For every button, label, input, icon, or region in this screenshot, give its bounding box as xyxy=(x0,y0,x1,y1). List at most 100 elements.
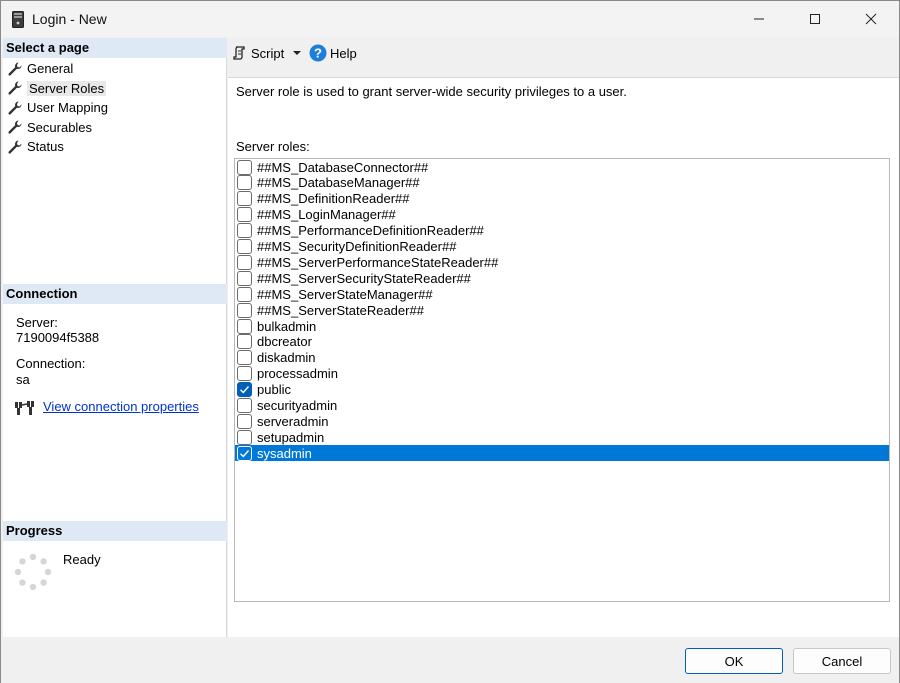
role-row[interactable]: ##MS_DefinitionReader## xyxy=(235,191,889,207)
dialog-footer: OK Cancel xyxy=(1,637,899,683)
role-name: sysadmin xyxy=(257,445,312,461)
role-checkbox[interactable] xyxy=(237,207,252,223)
wrench-icon xyxy=(8,62,22,76)
role-row[interactable]: ##MS_PerformanceDefinitionReader## xyxy=(235,223,889,239)
server-roles-list[interactable]: ##MS_DatabaseConnector## ##MS_DatabaseMan… xyxy=(234,158,890,602)
cancel-button[interactable]: Cancel xyxy=(793,648,891,674)
role-name: ##MS_DatabaseManager## xyxy=(257,175,420,191)
server-value: 7190094f5388 xyxy=(16,330,100,345)
role-name: ##MS_DefinitionReader## xyxy=(257,191,410,207)
role-row[interactable]: diskadmin xyxy=(235,350,889,366)
wrench-icon xyxy=(8,120,22,134)
title-bar: Login - New xyxy=(1,1,899,37)
connection-label: Connection: xyxy=(16,356,86,371)
maximize-button[interactable] xyxy=(787,1,843,37)
maximize-icon xyxy=(810,14,820,24)
role-name: dbcreator xyxy=(257,334,312,350)
ok-button[interactable]: OK xyxy=(685,648,783,674)
server-label: Server: xyxy=(16,315,58,330)
script-icon xyxy=(233,46,245,60)
role-checkbox[interactable] xyxy=(237,254,252,270)
role-checkbox[interactable] xyxy=(237,429,252,445)
role-row[interactable]: bulkadmin xyxy=(235,318,889,334)
left-pane: Select a page General Server Roles User Ma… xyxy=(3,38,227,637)
role-checkbox[interactable] xyxy=(237,175,252,191)
role-row[interactable]: ##MS_ServerPerformanceStateReader## xyxy=(235,254,889,270)
page-item-general[interactable]: General xyxy=(7,59,73,78)
page-item-label: Server Roles xyxy=(27,80,107,96)
role-checkbox[interactable] xyxy=(237,350,252,366)
role-name: ##MS_ServerSecurityStateReader## xyxy=(257,270,471,286)
role-row[interactable]: public xyxy=(235,382,889,398)
role-row[interactable]: serveradmin xyxy=(235,413,889,429)
role-name: ##MS_ServerStateReader## xyxy=(257,302,424,318)
role-row[interactable]: ##MS_LoginManager## xyxy=(235,207,889,223)
role-checkbox[interactable] xyxy=(237,318,252,334)
role-checkbox[interactable] xyxy=(237,334,252,350)
role-row[interactable]: ##MS_ServerStateReader## xyxy=(235,302,889,318)
role-checkbox[interactable] xyxy=(237,413,252,429)
role-checkbox[interactable] xyxy=(237,302,252,318)
chevron-down-icon xyxy=(293,51,302,55)
login-new-dialog: Login - New Select a page General Server … xyxy=(0,0,900,683)
connection-value: sa xyxy=(16,372,30,387)
connection-header: Connection xyxy=(3,284,227,304)
role-row[interactable]: ##MS_DatabaseManager## xyxy=(235,175,889,191)
role-checkbox[interactable] xyxy=(237,398,252,413)
role-name: ##MS_SecurityDefinitionReader## xyxy=(257,239,457,254)
role-checkbox[interactable] xyxy=(237,191,252,207)
role-row[interactable]: securityadmin xyxy=(235,398,889,414)
help-button[interactable]: ? Help xyxy=(309,42,357,64)
close-icon xyxy=(865,13,877,25)
role-row[interactable]: dbcreator xyxy=(235,334,889,350)
role-name: diskadmin xyxy=(257,350,316,366)
toolbar: Script ? Help xyxy=(228,38,899,78)
role-row[interactable]: sysadmin xyxy=(235,445,889,462)
progress-header: Progress xyxy=(3,521,227,541)
role-checkbox[interactable] xyxy=(237,382,252,398)
server-roles-label: Server roles: xyxy=(236,139,310,154)
role-row[interactable]: ##MS_ServerSecurityStateReader## xyxy=(235,270,889,286)
minimize-icon xyxy=(754,18,764,20)
page-item-label: User Mapping xyxy=(27,100,108,115)
role-name: public xyxy=(257,382,291,398)
role-row[interactable]: processadmin xyxy=(235,366,889,382)
checkmark-icon xyxy=(240,449,250,458)
page-item-label: Securables xyxy=(27,119,93,135)
page-item-status[interactable]: Status xyxy=(7,137,64,156)
role-checkbox[interactable] xyxy=(237,270,252,286)
connection-properties-icon xyxy=(15,401,34,415)
role-row[interactable]: setupadmin xyxy=(235,429,889,445)
progress-status: Ready xyxy=(63,552,101,567)
wrench-icon xyxy=(8,81,22,95)
page-item-server-roles[interactable]: Server Roles xyxy=(7,79,107,98)
role-checkbox[interactable] xyxy=(237,445,252,461)
role-checkbox[interactable] xyxy=(237,366,252,382)
page-item-securables[interactable]: Securables xyxy=(7,118,92,137)
view-connection-properties-link[interactable]: View connection properties xyxy=(43,399,199,414)
role-row[interactable]: ##MS_SecurityDefinitionReader## xyxy=(235,239,889,255)
page-item-user-mapping[interactable]: User Mapping xyxy=(7,98,108,117)
checkmark-icon xyxy=(240,386,250,394)
role-row[interactable]: ##MS_ServerStateManager## xyxy=(235,286,889,302)
wrench-icon xyxy=(8,140,22,154)
server-app-icon xyxy=(12,11,24,28)
role-row[interactable]: ##MS_DatabaseConnector## xyxy=(235,159,889,175)
wrench-icon xyxy=(8,101,22,115)
window-title: Login - New xyxy=(32,11,107,27)
close-button[interactable] xyxy=(843,1,899,37)
role-checkbox[interactable] xyxy=(237,239,252,254)
role-name: ##MS_PerformanceDefinitionReader## xyxy=(257,223,484,239)
script-label: Script xyxy=(251,45,285,61)
role-name: ##MS_DatabaseConnector## xyxy=(257,159,429,175)
role-checkbox[interactable] xyxy=(237,159,252,175)
script-button[interactable]: Script xyxy=(232,42,302,64)
server-roles-page: Server role is used to grant server-wide… xyxy=(228,78,899,637)
minimize-button[interactable] xyxy=(731,1,787,37)
role-name: ##MS_ServerStateManager## xyxy=(257,286,433,302)
role-checkbox[interactable] xyxy=(237,223,252,239)
page-description: Server role is used to grant server-wide… xyxy=(236,84,627,99)
role-checkbox[interactable] xyxy=(237,286,252,302)
role-name: securityadmin xyxy=(257,398,338,413)
role-name: processadmin xyxy=(257,366,338,382)
